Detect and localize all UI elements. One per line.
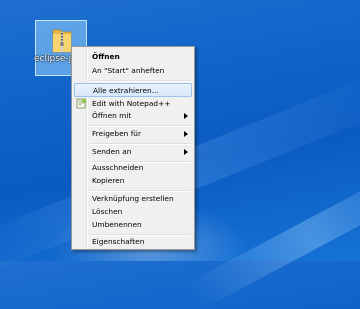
submenu-arrow-icon [184, 149, 188, 155]
menu-item-copy[interactable]: Kopieren [74, 174, 192, 188]
menu-item-delete[interactable]: Löschen [74, 205, 192, 219]
menu-item-label: Kopieren [92, 176, 125, 185]
menu-item-share-with[interactable]: Freigeben für [74, 127, 192, 141]
menu-item-extract-all[interactable]: Alle extrahieren... [74, 83, 192, 97]
zip-folder-icon [52, 29, 72, 53]
wallpaper-light-streak [188, 160, 360, 309]
menu-item-create-shortcut[interactable]: Verknüpfung erstellen [74, 192, 192, 206]
menu-item-label: Alle extrahieren... [93, 86, 159, 95]
menu-separator [90, 80, 191, 82]
notepad-plus-plus-icon [76, 98, 87, 109]
menu-item-pin-to-start[interactable]: An "Start" anheften [74, 64, 192, 78]
submenu-arrow-icon [184, 113, 188, 119]
menu-item-rename[interactable]: Umbenennen [74, 218, 192, 232]
menu-item-label: An "Start" anheften [92, 66, 165, 75]
menu-item-label: Eigenschaften [92, 237, 145, 246]
menu-item-send-to[interactable]: Senden an [74, 145, 192, 159]
menu-item-label: Ausschneiden [92, 163, 144, 172]
menu-item-cut[interactable]: Ausschneiden [74, 161, 192, 175]
menu-item-open-with[interactable]: Öffnen mit [74, 109, 192, 123]
menu-item-label: Umbenennen [92, 220, 142, 229]
menu-item-label: Verknüpfung erstellen [92, 194, 174, 203]
menu-item-label: Löschen [92, 207, 123, 216]
menu-item-label: Senden an [92, 147, 132, 156]
menu-item-open[interactable]: Öffnen [74, 50, 192, 64]
submenu-arrow-icon [184, 131, 188, 137]
menu-item-label: Öffnen mit [92, 111, 132, 120]
context-menu: Öffnen An "Start" anheften Alle extrahie… [71, 46, 195, 250]
menu-item-label: Öffnen [92, 52, 120, 61]
menu-item-label: Freigeben für [92, 129, 142, 138]
menu-item-properties[interactable]: Eigenschaften [74, 235, 192, 249]
